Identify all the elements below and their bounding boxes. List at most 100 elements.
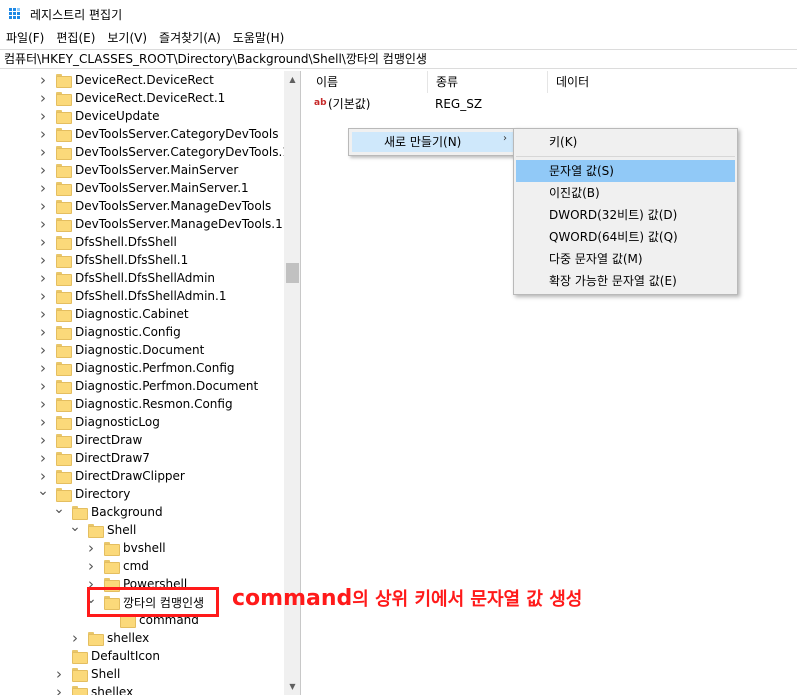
tree-item[interactable]: › DevToolsServer.CategoryDevTools — [38, 125, 278, 143]
submenu-item-string-value[interactable]: 문자열 값(S) — [516, 160, 735, 182]
submenu-item-expandable-string-value[interactable]: 확장 가능한 문자열 값(E) — [516, 270, 735, 292]
chevron-right-icon[interactable]: › — [38, 413, 48, 431]
tree-item-label: DirectDraw7 — [75, 451, 150, 465]
tree-item[interactable]: › DevToolsServer.MainServer.1 — [38, 179, 249, 197]
tree-item[interactable]: › DfsShell.DfsShellAdmin.1 — [38, 287, 227, 305]
chevron-right-icon[interactable]: › — [38, 233, 48, 251]
chevron-right-icon[interactable]: › — [54, 683, 64, 695]
folder-icon — [88, 632, 104, 646]
tree-item[interactable]: › Diagnostic.Config — [38, 323, 181, 341]
tree-item[interactable]: › Diagnostic.Cabinet — [38, 305, 189, 323]
tree-item-label: Shell — [107, 523, 137, 537]
tree-item[interactable]: › DevToolsServer.MainServer — [38, 161, 238, 179]
menu-edit[interactable]: 편집(E) — [50, 28, 101, 48]
folder-icon — [72, 686, 88, 695]
tree-item[interactable]: › DevToolsServer.ManageDevTools — [38, 197, 271, 215]
chevron-right-icon[interactable]: › — [38, 179, 48, 197]
chevron-right-icon[interactable]: › — [86, 539, 96, 557]
tree-item-label: DiagnosticLog — [75, 415, 160, 429]
chevron-right-icon[interactable]: › — [38, 107, 48, 125]
tree-item[interactable]: › DirectDrawClipper — [38, 467, 185, 485]
folder-icon — [56, 218, 72, 232]
chevron-right-icon[interactable]: › — [38, 431, 48, 449]
tree-item[interactable]: › DevToolsServer.ManageDevTools.1 — [38, 215, 283, 233]
chevron-right-icon[interactable]: › — [38, 125, 48, 143]
chevron-right-icon[interactable]: › — [38, 305, 48, 323]
registry-editor-icon — [9, 8, 21, 20]
chevron-right-icon[interactable]: › — [38, 377, 48, 395]
tree-item[interactable]: › DfsShell.DfsShell — [38, 233, 177, 251]
tree-item-label: cmd — [123, 559, 149, 573]
submenu-item-binary-value[interactable]: 이진값(B) — [516, 182, 735, 204]
column-name[interactable]: 이름 — [308, 71, 428, 93]
tree-item[interactable]: › DirectDraw — [38, 431, 142, 449]
scroll-down-icon[interactable]: ▼ — [284, 678, 300, 695]
menu-file[interactable]: 파일(F) — [0, 28, 50, 48]
tree-item-label: DefaultIcon — [91, 649, 160, 663]
folder-icon — [56, 110, 72, 124]
chevron-right-icon[interactable]: › — [38, 395, 48, 413]
chevron-down-icon[interactable]: ⌄ — [53, 500, 65, 518]
tree-item-label: shellex — [107, 631, 150, 645]
chevron-right-icon[interactable]: › — [54, 665, 64, 683]
tree-item[interactable]: › bvshell — [86, 539, 166, 557]
chevron-right-icon[interactable]: › — [38, 449, 48, 467]
chevron-right-icon[interactable]: › — [38, 161, 48, 179]
submenu-item-key[interactable]: 키(K) — [516, 131, 735, 153]
chevron-right-icon[interactable]: › — [38, 71, 48, 89]
submenu-item-qword-value[interactable]: QWORD(64비트) 값(Q) — [516, 226, 735, 248]
tree-item[interactable]: › shellex — [54, 683, 133, 695]
scroll-up-icon[interactable]: ▲ — [284, 71, 300, 88]
chevron-right-icon[interactable]: › — [86, 557, 96, 575]
tree-item[interactable]: › DirectDraw7 — [38, 449, 150, 467]
tree-item[interactable]: › Diagnostic.Perfmon.Config — [38, 359, 235, 377]
column-data[interactable]: 데이터 — [548, 71, 797, 93]
chevron-right-icon[interactable]: › — [38, 215, 48, 233]
chevron-right-icon[interactable]: › — [38, 143, 48, 161]
tree-item[interactable]: › Shell — [54, 665, 120, 683]
chevron-right-icon[interactable]: › — [38, 323, 48, 341]
chevron-down-icon[interactable]: ⌄ — [69, 518, 81, 536]
tree-item[interactable]: DefaultIcon — [54, 647, 160, 665]
tree-item[interactable]: › DeviceRect.DeviceRect.1 — [38, 89, 225, 107]
tree-item[interactable]: › DeviceUpdate — [38, 107, 160, 125]
address-bar[interactable]: 컴퓨터\HKEY_CLASSES_ROOT\Directory\Backgrou… — [0, 49, 797, 69]
tree-item-label: DirectDrawClipper — [75, 469, 185, 483]
tree-item[interactable]: › DiagnosticLog — [38, 413, 160, 431]
submenu-item-dword-value[interactable]: DWORD(32비트) 값(D) — [516, 204, 735, 226]
menu-favorites[interactable]: 즐겨찾기(A) — [153, 28, 227, 48]
value-row[interactable]: ab (기본값) REG_SZ — [308, 95, 797, 113]
chevron-right-icon[interactable]: › — [38, 269, 48, 287]
chevron-right-icon[interactable]: › — [38, 287, 48, 305]
chevron-down-icon[interactable]: ⌄ — [37, 482, 49, 500]
tree-item[interactable]: › DeviceRect.DeviceRect — [38, 71, 214, 89]
tree-item[interactable]: ⌄ Shell — [69, 518, 137, 539]
tree-item[interactable]: › cmd — [86, 557, 149, 575]
menu-view[interactable]: 보기(V) — [101, 28, 153, 48]
submenu-item-multi-string-value[interactable]: 다중 문자열 값(M) — [516, 248, 735, 270]
tree-item[interactable]: › shellex — [70, 629, 149, 647]
tree-item[interactable]: › Diagnostic.Perfmon.Document — [38, 377, 258, 395]
tree-item[interactable]: ⌄ Directory — [37, 482, 130, 503]
folder-icon — [56, 254, 72, 268]
tree-item-label: DevToolsServer.MainServer.1 — [75, 181, 249, 195]
folder-icon — [56, 452, 72, 466]
tree-item[interactable]: › Diagnostic.Document — [38, 341, 204, 359]
tree-item[interactable]: › DfsShell.DfsShellAdmin — [38, 269, 215, 287]
tree-item[interactable]: › DfsShell.DfsShell.1 — [38, 251, 188, 269]
menu-help[interactable]: 도움말(H) — [227, 28, 291, 48]
folder-icon — [56, 74, 72, 88]
folder-icon — [104, 542, 120, 556]
chevron-right-icon[interactable]: › — [70, 629, 80, 647]
chevron-right-icon[interactable]: › — [38, 341, 48, 359]
chevron-right-icon[interactable]: › — [38, 89, 48, 107]
menu-new[interactable]: 새로 만들기(N) — [384, 133, 461, 150]
chevron-right-icon[interactable]: › — [38, 251, 48, 269]
chevron-right-icon[interactable]: › — [38, 359, 48, 377]
column-type[interactable]: 종류 — [428, 71, 548, 93]
chevron-right-icon[interactable]: › — [38, 197, 48, 215]
tree-item-label: DevToolsServer.ManageDevTools.1 — [75, 217, 283, 231]
tree-item[interactable]: › DevToolsServer.CategoryDevTools.1 — [38, 143, 290, 161]
scroll-thumb[interactable] — [286, 263, 299, 283]
tree-item[interactable]: › Diagnostic.Resmon.Config — [38, 395, 233, 413]
